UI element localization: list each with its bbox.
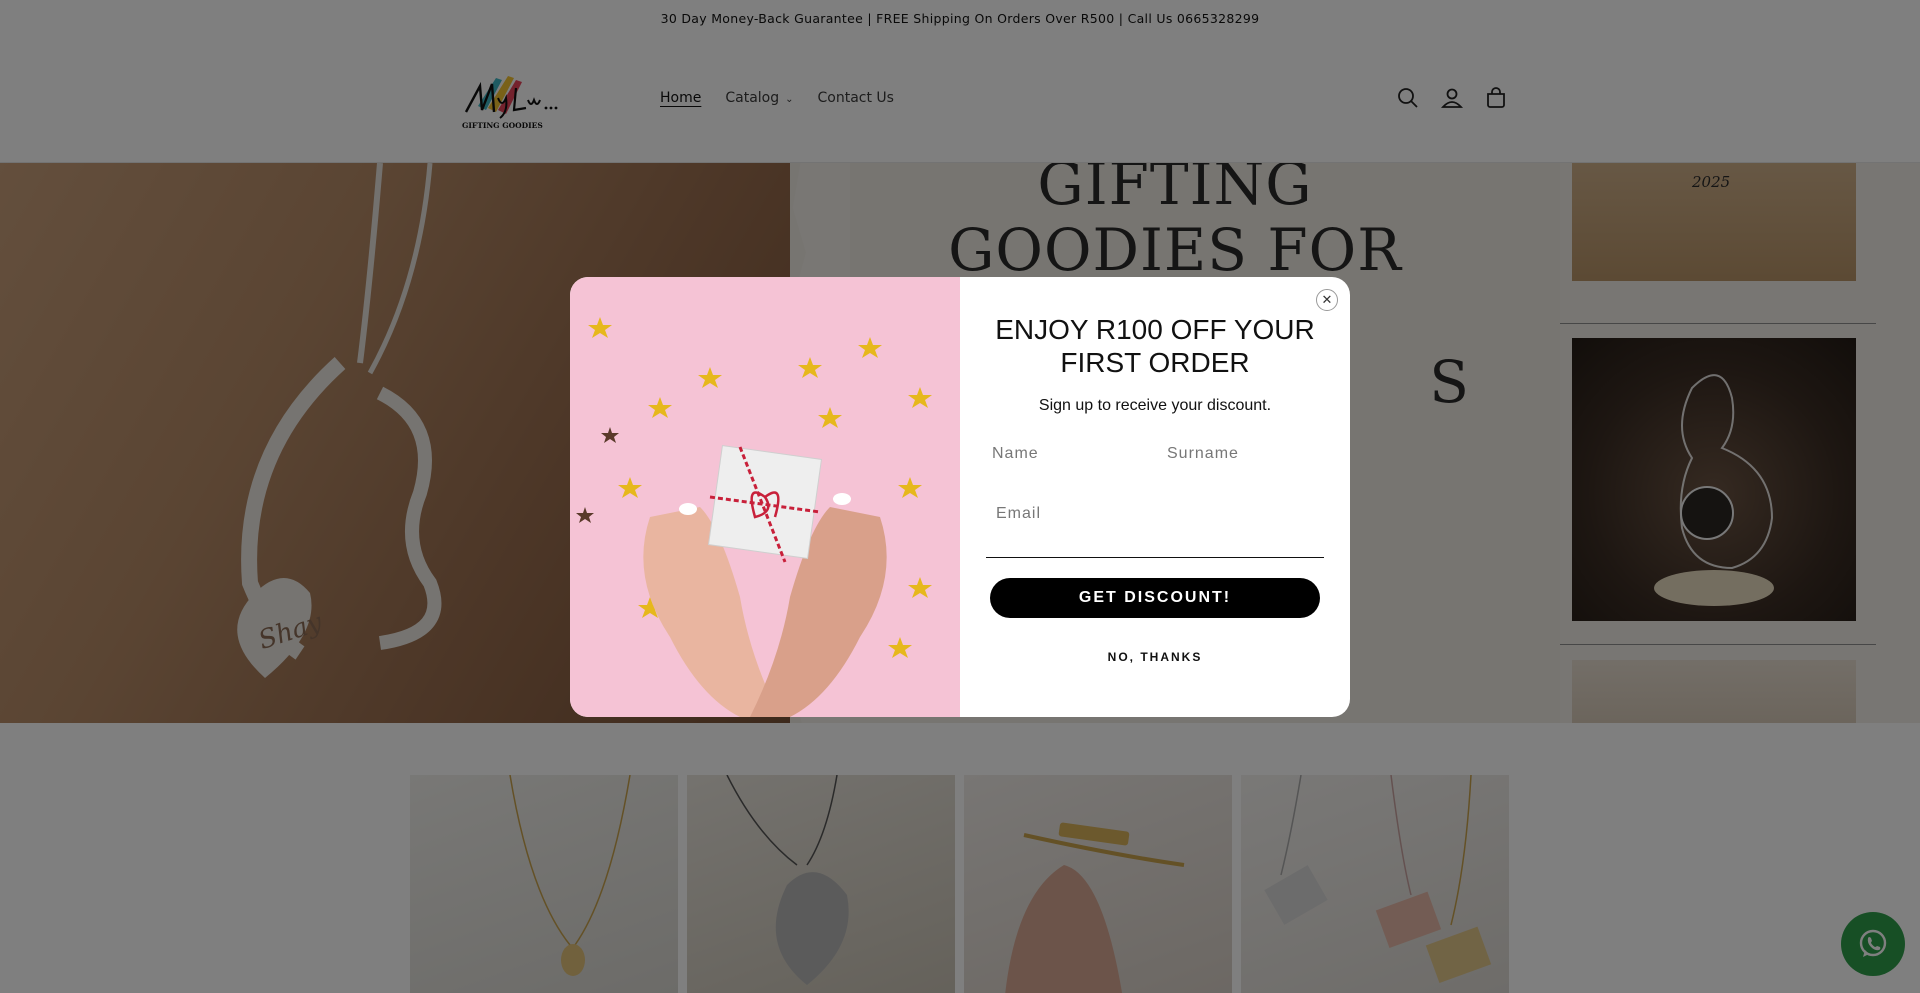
popup-subtitle: Sign up to receive your discount. xyxy=(1038,397,1272,414)
email-underline xyxy=(986,557,1324,558)
get-discount-button[interactable]: GET DISCOUNT! xyxy=(990,578,1320,618)
surname-field[interactable] xyxy=(1167,439,1327,469)
name-field[interactable] xyxy=(992,439,1152,469)
discount-popup: ✕ ENJOY R100 OFF YOUR FIRST ORDER Sign u… xyxy=(570,277,1350,717)
close-popup-button[interactable]: ✕ xyxy=(1316,289,1338,311)
no-thanks-link[interactable]: NO, THANKS xyxy=(980,650,1330,664)
gift-box-photo xyxy=(570,277,960,717)
popup-form: ✕ ENJOY R100 OFF YOUR FIRST ORDER Sign u… xyxy=(960,277,1350,717)
email-field[interactable] xyxy=(996,499,1316,529)
popup-title: ENJOY R100 OFF YOUR FIRST ORDER xyxy=(995,314,1315,378)
gift-hands-illustration xyxy=(576,317,932,717)
close-icon: ✕ xyxy=(1321,292,1333,308)
